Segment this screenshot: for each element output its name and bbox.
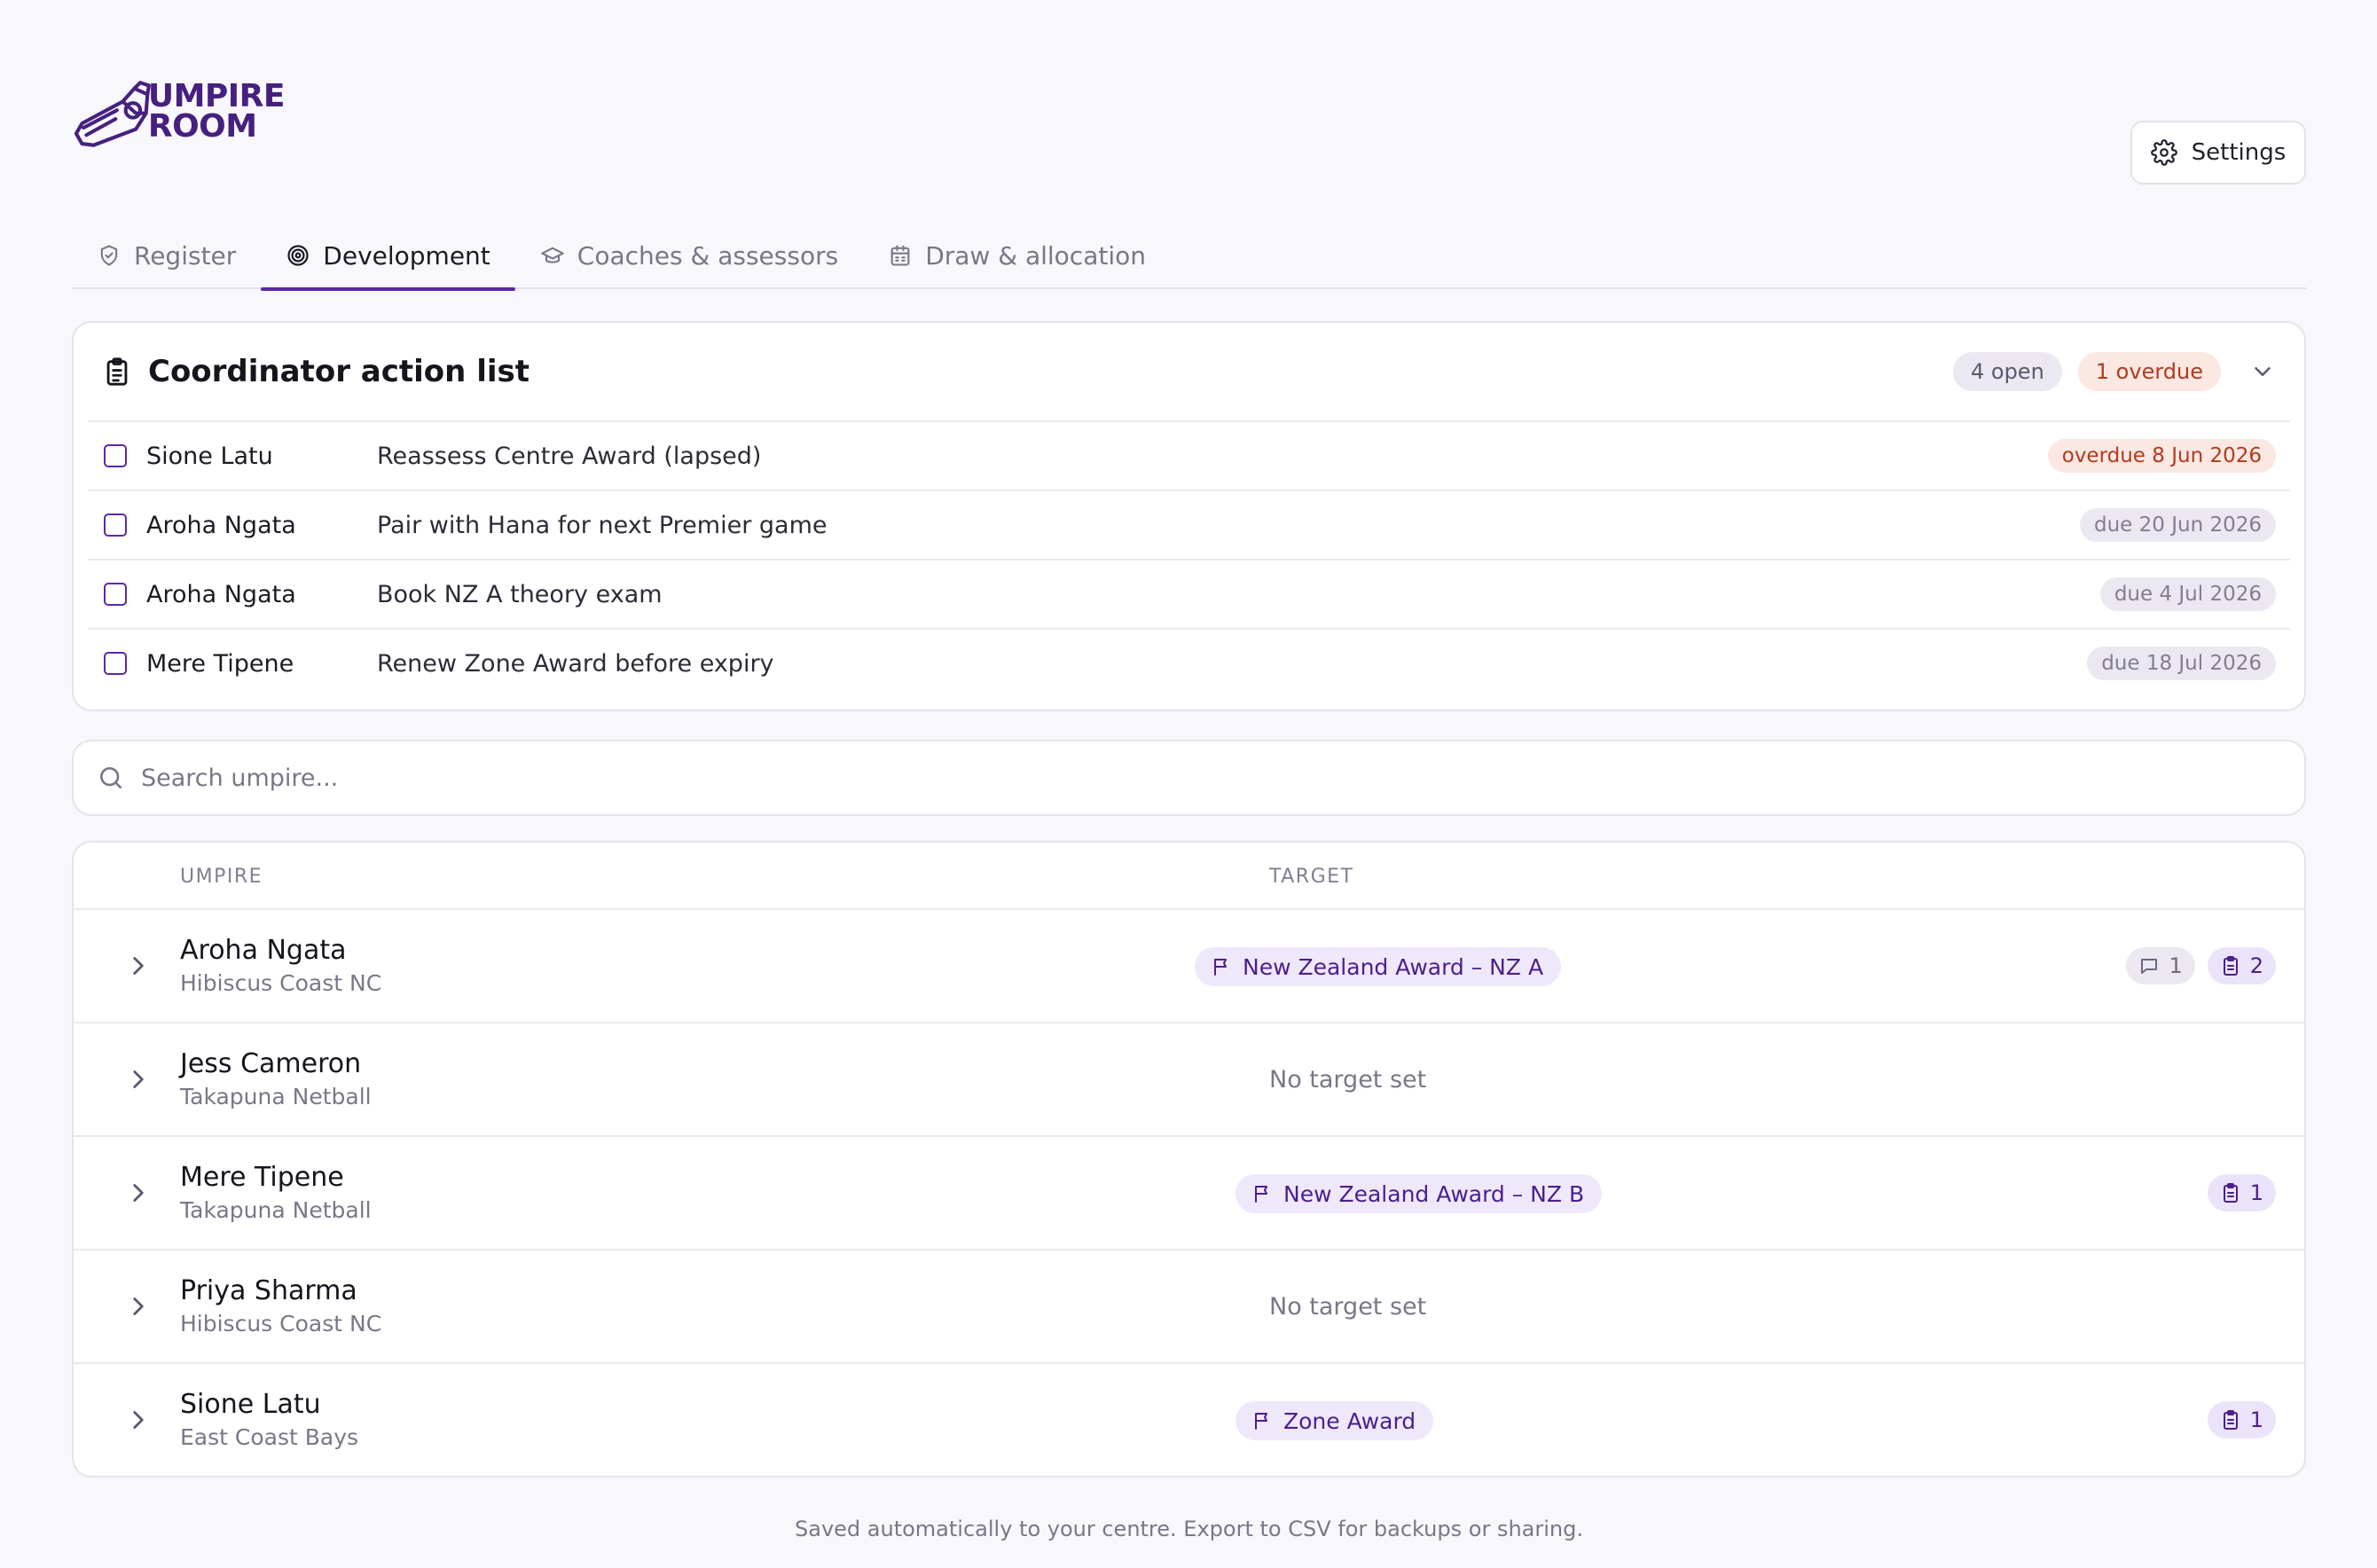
chevron-right-icon[interactable] — [123, 951, 153, 981]
column-header-target: TARGET — [1269, 866, 1354, 888]
clipboard-icon — [106, 357, 128, 386]
tab-label: Coaches & assessors — [577, 240, 839, 270]
umpire-table: UMPIRE TARGET Aroha Ngata Hibiscus Coast… — [72, 841, 2306, 1478]
action-umpire-name: Aroha Ngata — [146, 511, 296, 539]
due-date-badge: due 18 Jul 2026 — [2087, 647, 2276, 680]
due-date-badge: due 20 Jun 2026 — [2080, 508, 2276, 542]
table-header: UMPIRE TARGET — [74, 843, 2304, 910]
search-icon — [100, 767, 122, 788]
notes-count: 1 — [2169, 953, 2183, 978]
tasks-count-badge[interactable]: 1 — [2207, 1401, 2276, 1439]
action-umpire-name: Mere Tipene — [146, 649, 294, 678]
flag-icon — [1255, 1413, 1267, 1430]
flag-icon — [1214, 959, 1227, 976]
coordinator-action-list: Coordinator action list 4 open 1 overdue… — [72, 321, 2306, 711]
chevron-right-icon[interactable] — [123, 1291, 153, 1321]
footer-note: Saved automatically to your centre. Expo… — [795, 1517, 1583, 1541]
target-label: New Zealand Award – NZ A — [1243, 953, 1544, 980]
target-pill: New Zealand Award – NZ B — [1236, 1174, 1603, 1213]
table-row[interactable]: Sione Latu East Coast Bays Zone Award 1 — [74, 1364, 2304, 1478]
action-list-header[interactable]: Coordinator action list 4 open 1 overdue — [74, 323, 2304, 420]
target-pill: New Zealand Award – NZ A — [1195, 947, 1562, 986]
action-task: Renew Zone Award before expiry — [377, 649, 774, 678]
chevron-right-icon[interactable] — [123, 1405, 153, 1435]
tab-label: Draw & allocation — [925, 240, 1146, 270]
target-pill: Zone Award — [1236, 1401, 1434, 1440]
umpire-name: Priya Sharma — [180, 1275, 357, 1306]
tab-draw-allocation[interactable]: Draw & allocation — [863, 222, 1171, 289]
action-item: Mere Tipene Renew Zone Award before expi… — [88, 628, 2290, 697]
clipboard-icon — [2223, 1183, 2238, 1203]
brand-line-1: UMPIRE — [147, 77, 286, 114]
due-date-badge: due 4 Jul 2026 — [2099, 577, 2276, 611]
action-checkbox[interactable] — [104, 652, 127, 675]
overdue-count-badge: 1 overdue — [2077, 352, 2221, 391]
flag-icon — [1255, 1186, 1267, 1203]
due-date-badge: overdue 8 Jun 2026 — [2047, 439, 2276, 473]
settings-label: Settings — [2191, 139, 2287, 166]
action-task: Book NZ A theory exam — [377, 580, 663, 608]
brand-wordmark: UMPIRE ROOM — [147, 77, 286, 145]
table-row[interactable]: Priya Sharma Hibiscus Coast NC No target… — [74, 1250, 2304, 1364]
tasks-count: 2 — [2249, 953, 2263, 978]
action-checkbox[interactable] — [104, 514, 127, 537]
calendar-icon — [890, 245, 910, 266]
shield-check-icon — [100, 245, 118, 266]
action-list-title: Coordinator action list — [148, 354, 530, 389]
table-row[interactable]: Aroha Ngata Hibiscus Coast NC New Zealan… — [74, 910, 2304, 1023]
brand-line-2: ROOM — [147, 108, 257, 145]
column-header-umpire: UMPIRE — [180, 866, 263, 888]
tasks-count-badge[interactable]: 1 — [2207, 1174, 2276, 1211]
action-umpire-name: Sione Latu — [146, 442, 273, 470]
app-logo: UMPIRE ROOM — [72, 67, 286, 156]
main-tabs: Register Development Coaches & assessors… — [72, 222, 2306, 291]
no-target-text: No target set — [1269, 1293, 1427, 1321]
notes-count-badge[interactable]: 1 — [2126, 947, 2195, 984]
no-target-text: No target set — [1269, 1066, 1427, 1094]
graduation-cap-icon — [541, 247, 564, 263]
tab-development[interactable]: Development — [261, 222, 515, 291]
search-bar — [72, 740, 2306, 816]
tab-coaches-assessors[interactable]: Coaches & assessors — [515, 222, 863, 289]
action-item: Aroha Ngata Pair with Hana for next Prem… — [88, 490, 2290, 559]
umpire-club: Takapuna Netball — [180, 1197, 372, 1223]
action-task: Pair with Hana for next Premier game — [377, 511, 828, 539]
action-item: Sione Latu Reassess Centre Award (lapsed… — [88, 420, 2290, 490]
whistle-icon — [74, 81, 151, 147]
target-icon — [287, 245, 309, 266]
umpire-club: Hibiscus Coast NC — [180, 970, 382, 996]
umpire-name: Jess Cameron — [180, 1048, 362, 1079]
tab-register[interactable]: Register — [72, 222, 261, 289]
target-label: New Zealand Award – NZ B — [1283, 1180, 1585, 1207]
tasks-count-badge[interactable]: 2 — [2207, 947, 2276, 984]
umpire-club: Takapuna Netball — [180, 1084, 372, 1109]
action-checkbox[interactable] — [104, 444, 127, 467]
tab-label: Development — [323, 240, 490, 270]
clipboard-icon — [2223, 956, 2238, 976]
tab-label: Register — [134, 240, 237, 270]
gear-icon — [2150, 139, 2177, 166]
tasks-count: 1 — [2249, 1180, 2263, 1205]
umpire-name: Aroha Ngata — [180, 935, 347, 966]
umpire-club: East Coast Bays — [180, 1424, 359, 1450]
umpire-club: Hibiscus Coast NC — [180, 1311, 382, 1337]
action-item: Aroha Ngata Book NZ A theory exam due 4 … — [88, 559, 2290, 628]
comment-icon — [2141, 959, 2158, 974]
umpire-name: Sione Latu — [180, 1389, 321, 1420]
table-row[interactable]: Mere Tipene Takapuna Netball New Zealand… — [74, 1137, 2304, 1250]
clipboard-icon — [2223, 1410, 2238, 1430]
action-checkbox[interactable] — [104, 583, 127, 606]
chevron-right-icon[interactable] — [123, 1064, 153, 1094]
chevron-right-icon[interactable] — [123, 1178, 153, 1208]
settings-button[interactable]: Settings — [2130, 121, 2306, 184]
chevron-down-icon[interactable] — [2249, 358, 2276, 385]
action-task: Reassess Centre Award (lapsed) — [377, 442, 762, 470]
tasks-count: 1 — [2249, 1407, 2263, 1432]
open-count-badge: 4 open — [1952, 352, 2062, 391]
table-row[interactable]: Jess Cameron Takapuna Netball No target … — [74, 1023, 2304, 1137]
action-umpire-name: Aroha Ngata — [146, 580, 296, 608]
search-input[interactable] — [141, 764, 2181, 792]
target-label: Zone Award — [1283, 1407, 1416, 1434]
umpire-name: Mere Tipene — [180, 1162, 344, 1193]
